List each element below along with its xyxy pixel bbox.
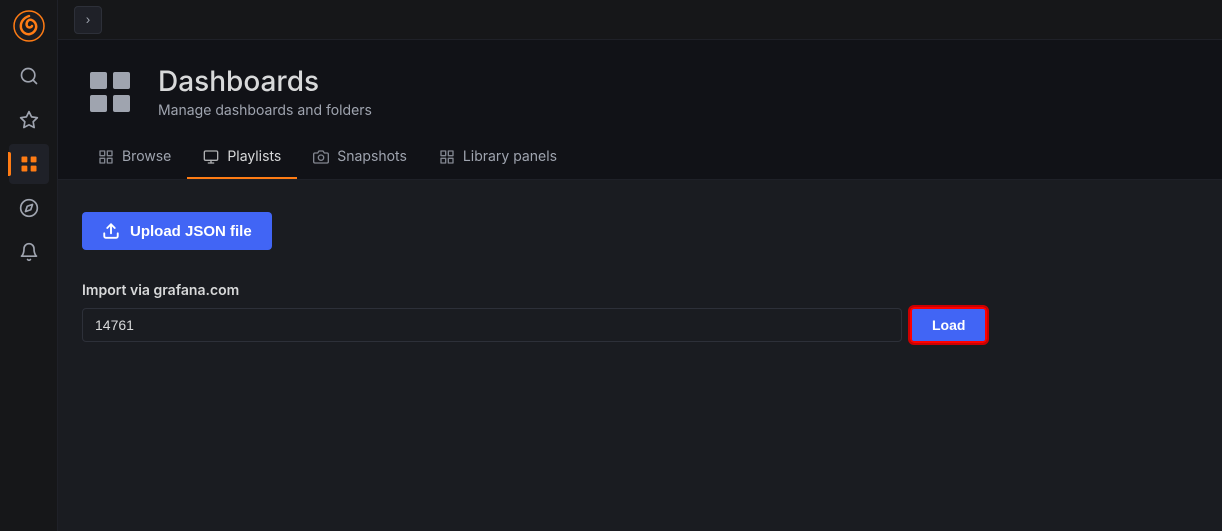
library-icon bbox=[439, 149, 455, 165]
sidebar-item-dashboards[interactable] bbox=[9, 144, 49, 184]
import-input[interactable] bbox=[82, 308, 902, 342]
page-subtitle: Manage dashboards and folders bbox=[158, 102, 372, 119]
sidebar-toggle-button[interactable]: › bbox=[74, 6, 102, 34]
tab-browse[interactable]: Browse bbox=[82, 136, 187, 179]
upload-btn-label: Upload JSON file bbox=[130, 223, 252, 240]
tabs-bar: Browse Playlists Snapshots bbox=[58, 136, 1222, 180]
page-header: Dashboards Manage dashboards and folders bbox=[58, 40, 1222, 120]
topbar: › bbox=[58, 0, 1222, 40]
playlists-icon bbox=[203, 149, 219, 165]
upload-json-button[interactable]: Upload JSON file bbox=[82, 212, 272, 250]
import-row: Load bbox=[82, 307, 1198, 343]
snapshots-icon bbox=[313, 149, 329, 165]
tab-snapshots-label: Snapshots bbox=[337, 148, 407, 165]
import-label: Import via grafana.com bbox=[82, 282, 1198, 299]
dashboards-icon bbox=[82, 64, 138, 120]
tab-playlists-label: Playlists bbox=[227, 148, 281, 165]
browse-icon bbox=[98, 149, 114, 165]
upload-icon bbox=[102, 222, 120, 240]
import-section: Import via grafana.com Load bbox=[82, 282, 1198, 343]
sidebar-item-search[interactable] bbox=[9, 56, 49, 96]
content-area: Upload JSON file Import via grafana.com … bbox=[58, 180, 1222, 531]
sidebar bbox=[0, 0, 58, 531]
tab-library-panels[interactable]: Library panels bbox=[423, 136, 573, 179]
load-button[interactable]: Load bbox=[910, 307, 987, 343]
tab-snapshots[interactable]: Snapshots bbox=[297, 136, 423, 179]
sidebar-item-explore[interactable] bbox=[9, 188, 49, 228]
tab-library-panels-label: Library panels bbox=[463, 148, 557, 165]
main-content: › Dashboards Manage dashboards and folde… bbox=[58, 0, 1222, 531]
page-title: Dashboards bbox=[158, 65, 372, 99]
sidebar-item-starred[interactable] bbox=[9, 100, 49, 140]
grafana-logo[interactable] bbox=[11, 8, 47, 44]
sidebar-item-alerting[interactable] bbox=[9, 232, 49, 272]
tab-browse-label: Browse bbox=[122, 148, 171, 165]
tab-playlists[interactable]: Playlists bbox=[187, 136, 297, 179]
page-header-text: Dashboards Manage dashboards and folders bbox=[158, 65, 372, 120]
